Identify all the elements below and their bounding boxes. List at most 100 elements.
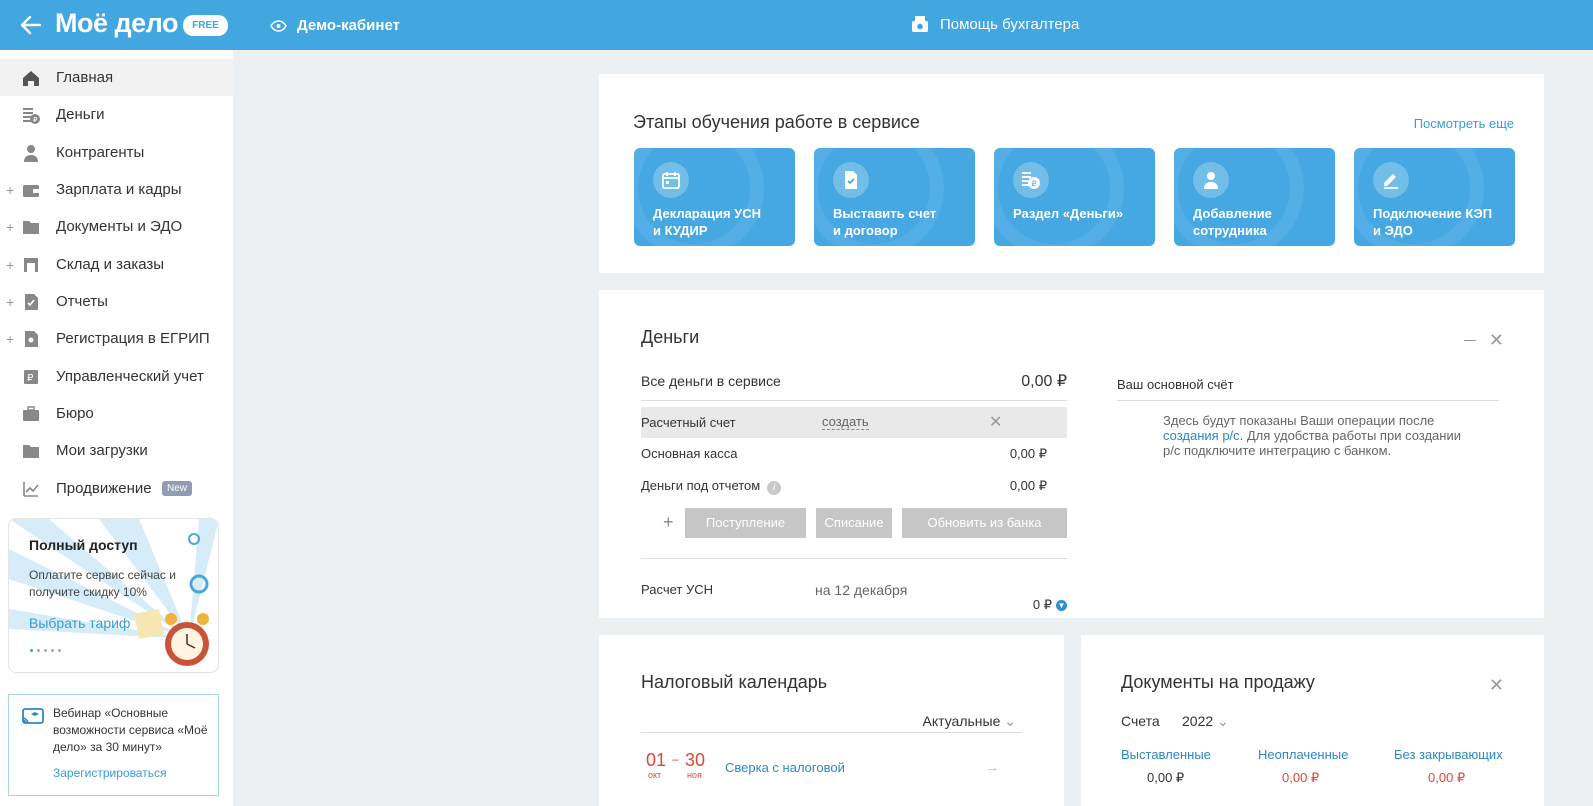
add-plus-icon[interactable]: + (663, 512, 674, 533)
plan-badge: FREE (183, 15, 228, 36)
svg-text:₽: ₽ (27, 373, 34, 384)
sidebar-item-label: Продвижение (56, 480, 152, 497)
close-icon[interactable]: ✕ (1489, 675, 1504, 696)
usn-label: Расчет УСН (641, 582, 713, 597)
divider (641, 558, 1067, 559)
sidebar-item-warehouse[interactable]: + Склад и заказы (0, 246, 233, 283)
all-money-row: Все деньги в сервисе 0,00 ₽ (641, 373, 1067, 401)
signature-icon (1384, 174, 1398, 189)
expand-plus-icon[interactable]: + (6, 331, 14, 347)
card-icon-circle (1373, 162, 1409, 198)
stage-card-money-section[interactable]: ₽ Раздел «Деньги» (994, 148, 1155, 246)
accountable-value: 0,00 ₽ (1009, 478, 1047, 493)
sidebar-item-management[interactable]: ₽ Управленческий учет (0, 358, 233, 395)
chevron-down-icon[interactable]: ▼ (1056, 599, 1067, 611)
usn-row: Расчет УСН на 12 декабря 0 ₽ ▼ (641, 582, 1067, 612)
carousel-dot[interactable] (58, 649, 61, 652)
home-icon (23, 70, 39, 86)
sidebar-item-salary[interactable]: + Зарплата и кадры (0, 171, 233, 208)
sidebar-item-label: Документы и ЭДО (56, 218, 183, 235)
info-icon[interactable]: i (767, 481, 782, 495)
sidebar-item-label: Деньги (56, 106, 105, 123)
minimize-icon[interactable] (1464, 340, 1476, 341)
carousel-dot[interactable] (37, 649, 40, 652)
main-account-title: Ваш основной счёт (1117, 377, 1499, 401)
sidebar: Главная ₽ Деньги Контрагенты + Зарплата … (0, 50, 233, 806)
close-icon[interactable]: ✕ (989, 407, 1002, 438)
sidebar-item-bureau[interactable]: Бюро (0, 395, 233, 432)
card-icon-circle: ₽ (1013, 162, 1049, 198)
unpaid-tab[interactable]: Неоплаченные (1258, 747, 1348, 762)
issued-tab[interactable]: Выставленные (1121, 747, 1211, 762)
document-check-icon (845, 171, 857, 189)
usn-value-wrap[interactable]: 0 ₽ ▼ (1033, 597, 1067, 613)
accountable-label: Деньги под отчетом (641, 478, 761, 493)
chevron-down-icon: ⌄ (1217, 713, 1229, 729)
year-select[interactable]: 2022 ⌄ (1182, 713, 1229, 730)
sidebar-item-label: Управленческий учет (56, 368, 204, 385)
update-from-bank-button[interactable]: Обновить из банка (902, 508, 1067, 538)
sidebar-item-contractors[interactable]: Контрагенты (0, 134, 233, 171)
sidebar-item-promotion[interactable]: Продвижение New (0, 470, 233, 507)
tax-calendar-title: Налоговый календарь (641, 672, 828, 692)
stage-card-declaration[interactable]: Декларация УСН и КУДИР (634, 148, 795, 246)
date-dash: – (672, 752, 679, 766)
accountant-help-button[interactable]: Помощь бухгалтера (910, 14, 1079, 34)
expand-plus-icon[interactable]: + (6, 219, 14, 235)
briefcase-icon (23, 405, 39, 421)
tax-event-link[interactable]: Сверка с налоговой (725, 760, 845, 775)
close-icon[interactable]: ✕ (1489, 330, 1504, 351)
carousel-dot[interactable] (51, 649, 54, 652)
wallet-icon (23, 184, 39, 197)
create-account-inline-link[interactable]: создания р/с (1163, 428, 1240, 443)
expand-plus-icon[interactable]: + (6, 182, 14, 198)
carousel-dot[interactable] (30, 649, 33, 652)
back-arrow-icon[interactable] (18, 12, 44, 38)
webinar-icon (22, 708, 44, 724)
sidebar-item-label: Склад и заказы (56, 256, 165, 273)
registration-icon (25, 330, 38, 347)
tax-filter-bar: Актуальные ⌄ (641, 713, 1022, 733)
income-button[interactable]: Поступление (685, 508, 806, 538)
money-actions: + Поступление Списание Обновить из банка (641, 508, 1067, 538)
expand-plus-icon[interactable]: + (6, 257, 14, 273)
sidebar-item-reports[interactable]: + Отчеты (0, 283, 233, 320)
create-account-link[interactable]: создать (822, 415, 869, 430)
no-closing-docs-tab[interactable]: Без закрывающих (1394, 747, 1503, 762)
choose-tariff-link[interactable]: Выбрать тариф (29, 615, 130, 631)
sidebar-item-money[interactable]: ₽ Деньги (0, 96, 233, 133)
arrow-right-icon[interactable]: → (985, 759, 999, 775)
actual-filter-select[interactable]: Актуальные ⌄ (923, 713, 1017, 730)
no-closing-docs-amount: 0,00 ₽ (1428, 770, 1466, 785)
sales-documents-panel: Документы на продажу ✕ Счета 2022 ⌄ Выст… (1081, 635, 1544, 806)
sidebar-item-documents[interactable]: + Документы и ЭДО (0, 208, 233, 245)
sidebar-item-registration[interactable]: + Регистрация в ЕГРИП (0, 320, 233, 357)
accountable-row: Деньги под отчетом i 0,00 ₽ (641, 478, 1067, 495)
current-account-row: Расчетный счет создать ✕ (641, 407, 1067, 438)
sales-documents-title: Документы на продажу (1121, 672, 1315, 692)
accountant-help-label: Помощь бухгалтера (940, 15, 1080, 33)
card-icon-circle (1193, 162, 1229, 198)
demo-cabinet-button[interactable]: Демо-кабинет (270, 17, 400, 34)
unpaid-amount: 0,00 ₽ (1282, 770, 1320, 785)
carousel-dot[interactable] (44, 649, 47, 652)
main-account-description: Здесь будут показаны Ваши операции после… (1163, 413, 1461, 458)
stage-card-employee[interactable]: Добавление сотрудника (1174, 148, 1335, 246)
sidebar-item-downloads[interactable]: Мои загрузки (0, 432, 233, 469)
report-icon (25, 293, 38, 310)
cash-value: 0,00 ₽ (1009, 446, 1047, 461)
expand-plus-icon[interactable]: + (6, 294, 14, 310)
sidebar-item-home[interactable]: Главная (0, 59, 233, 96)
stage-card-signature[interactable]: Подключение КЭП и ЭДО (1354, 148, 1515, 246)
carousel-dots[interactable] (30, 649, 61, 652)
app-logo[interactable]: Моё дело (55, 8, 178, 39)
register-link[interactable]: Зарегистрироваться (53, 766, 166, 780)
usn-value: 0 ₽ (1032, 597, 1052, 612)
card-label: Выставить счет и договор (833, 206, 937, 238)
stage-card-invoice[interactable]: Выставить счет и договор (814, 148, 975, 246)
see-more-link[interactable]: Посмотреть еще (1414, 116, 1514, 131)
period-label: Счета (1121, 713, 1160, 729)
writeoff-button[interactable]: Списание (816, 508, 892, 538)
all-money-label: Все деньги в сервисе (641, 373, 781, 389)
stages-title: Этапы обучения работе в сервисе (633, 112, 920, 132)
